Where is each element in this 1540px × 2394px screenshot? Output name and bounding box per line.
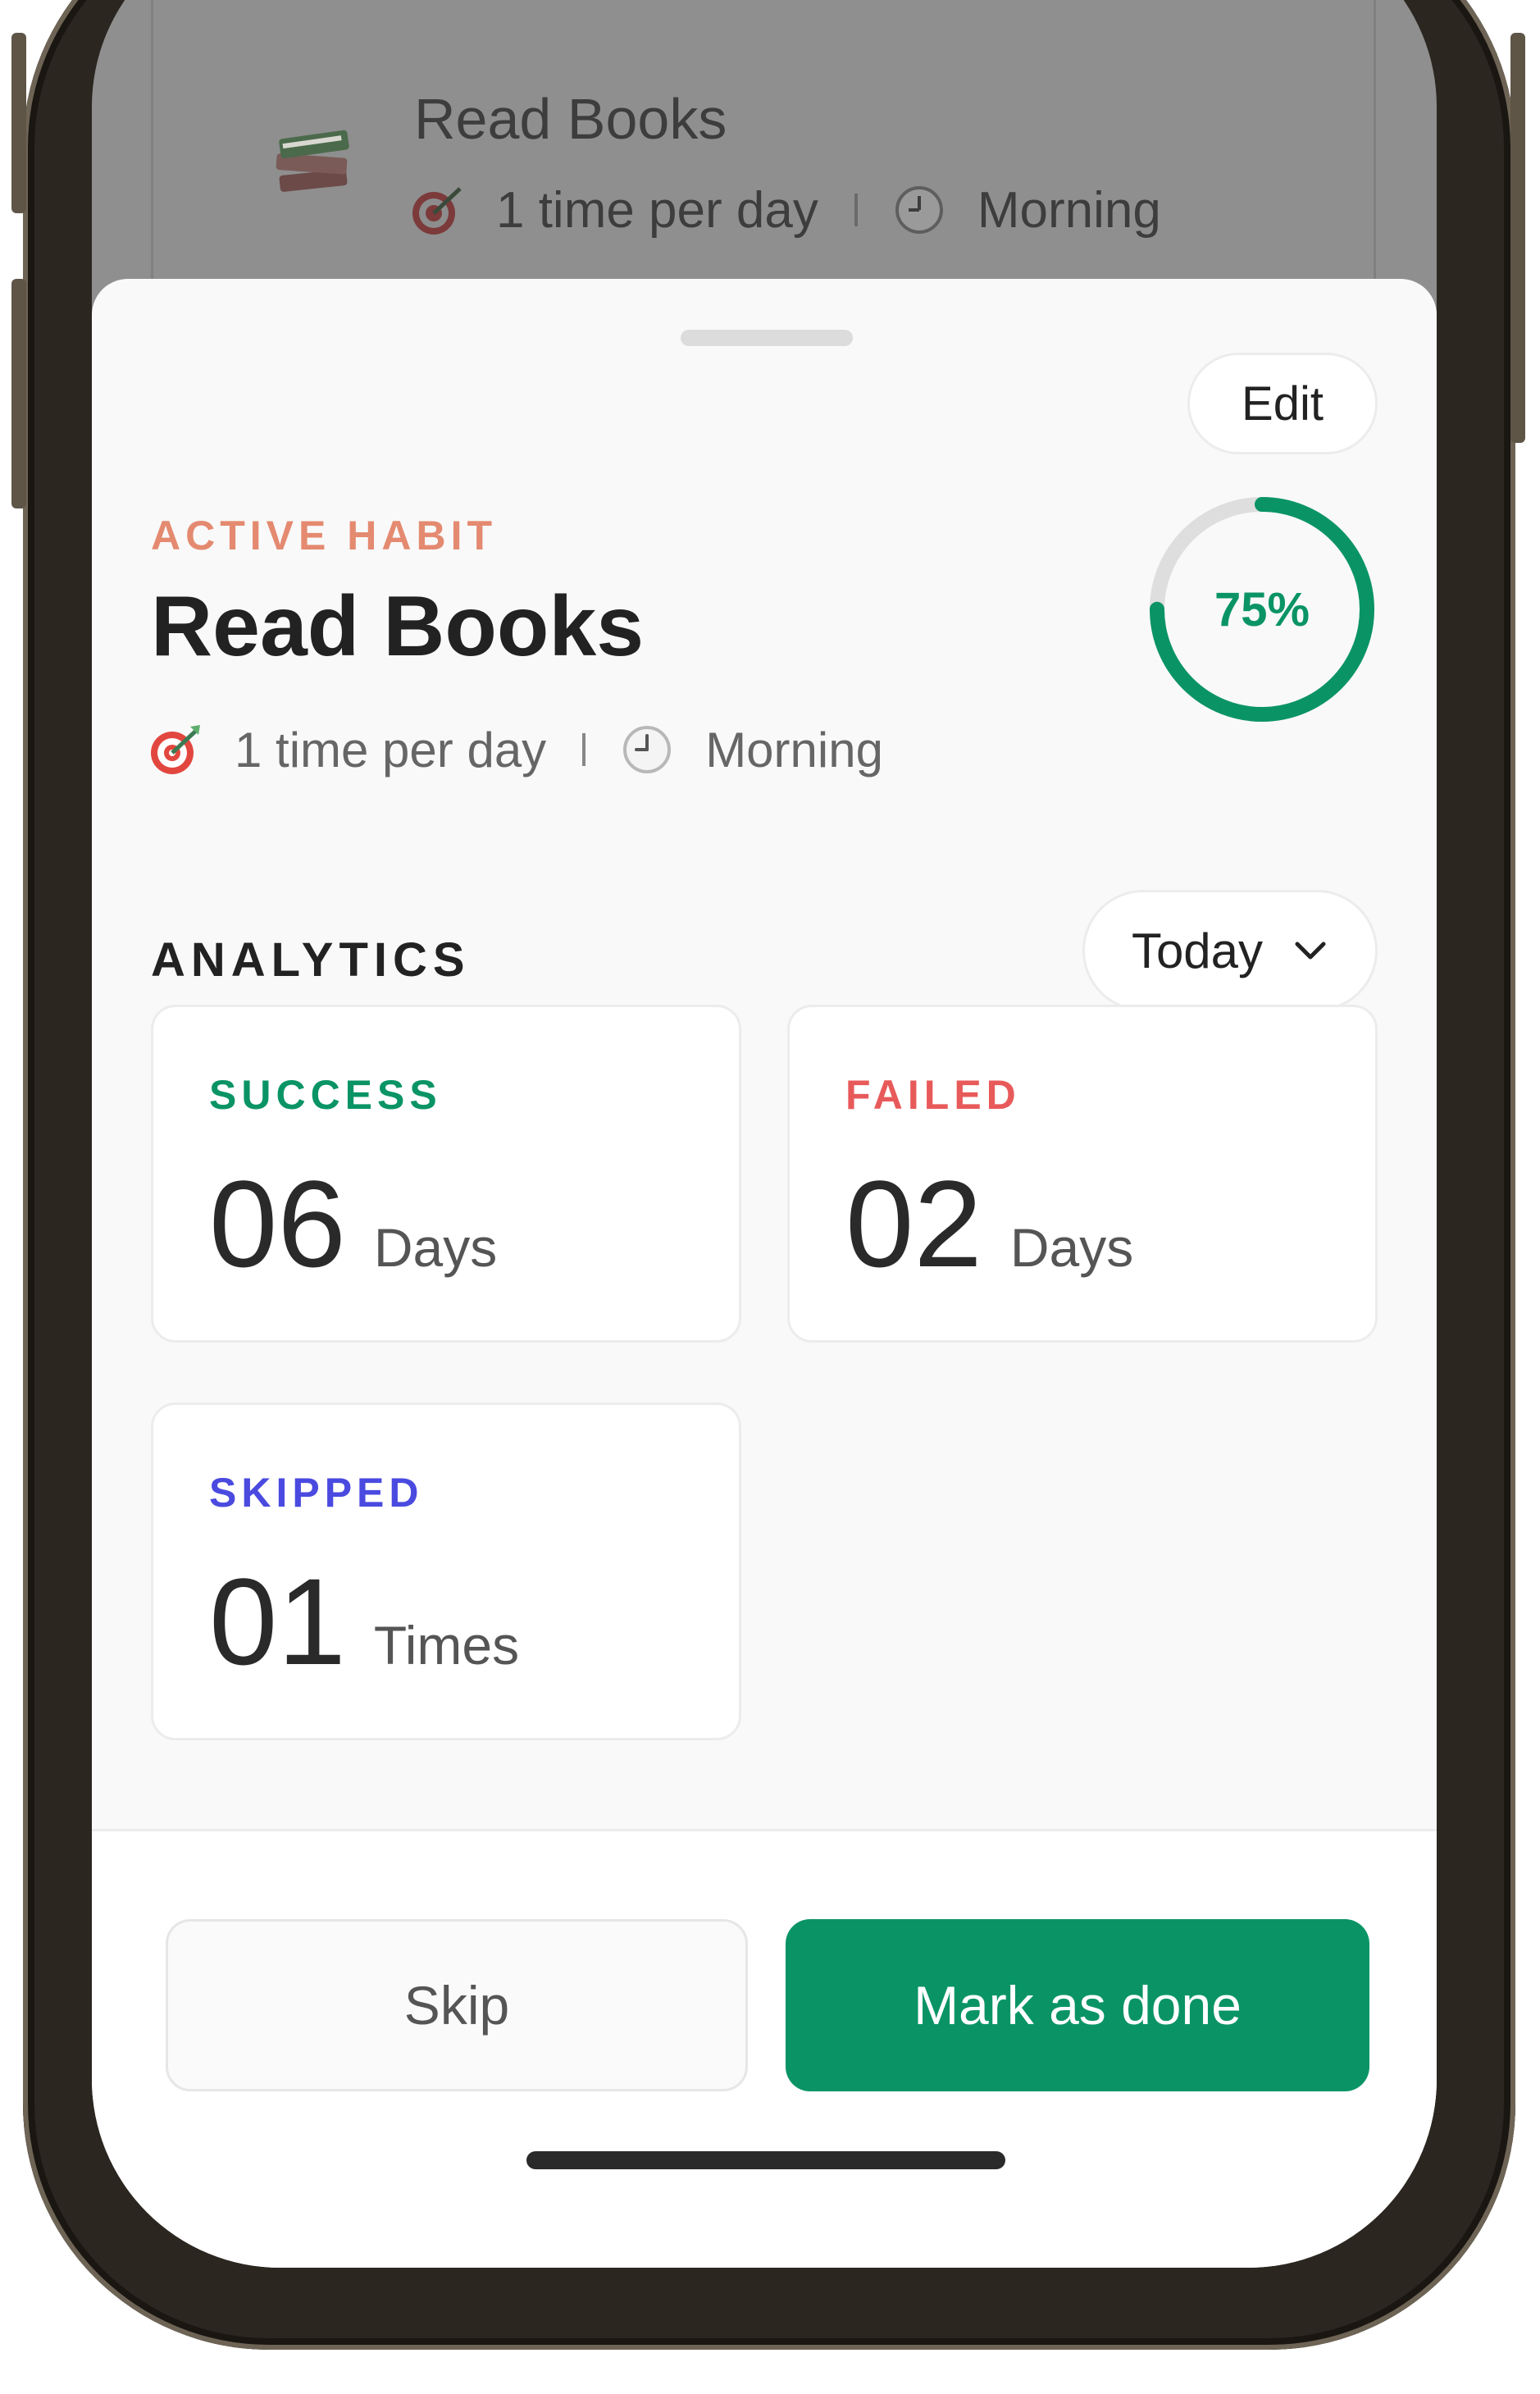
habit-title: Read Books <box>151 579 645 674</box>
divider <box>582 733 586 766</box>
stat-label: SUCCESS <box>209 1072 442 1118</box>
divider <box>854 194 858 226</box>
stat-value: 02 <box>845 1155 982 1293</box>
stat-unit: Days <box>373 1217 498 1278</box>
habit-frequency: 1 time per day <box>235 722 547 777</box>
books-icon <box>276 130 349 192</box>
success-stat-card: SUCCESS 06 Days <box>151 1005 741 1343</box>
stat-label: FAILED <box>845 1072 1021 1118</box>
home-indicator[interactable] <box>526 2151 1005 2169</box>
skip-button[interactable]: Skip <box>166 1919 748 2091</box>
mark-as-done-button[interactable]: Mark as done <box>786 1919 1369 2091</box>
background-time-of-day: Morning <box>977 181 1161 239</box>
habit-meta: 1 time per day Morning <box>146 720 883 779</box>
side-button-lower <box>11 279 26 508</box>
background-habit-card[interactable]: Read Books 1 time per day Morning <box>151 0 1376 279</box>
stat-value-row: 06 Days <box>209 1153 497 1295</box>
background-frequency: 1 time per day <box>496 181 818 239</box>
analytics-title: ANALYTICS <box>151 933 471 987</box>
target-icon <box>151 725 200 774</box>
stat-value-row: 02 Days <box>845 1153 1133 1295</box>
target-icon <box>412 187 462 235</box>
stat-value: 06 <box>209 1155 346 1293</box>
stat-label: SKIPPED <box>209 1470 424 1516</box>
power-button <box>1510 33 1525 443</box>
sheet-drag-handle[interactable] <box>681 330 853 346</box>
progress-percentage: 75% <box>1214 582 1310 636</box>
stat-unit: Days <box>1009 1217 1134 1278</box>
habit-time-of-day: Morning <box>705 722 883 777</box>
failed-stat-card: FAILED 02 Days <box>787 1005 1378 1343</box>
range-selected-value: Today <box>1131 923 1264 978</box>
habit-status-label: ACTIVE HABIT <box>151 513 497 559</box>
background-habit-title: Read Books <box>414 87 727 151</box>
chevron-down-icon <box>1295 942 1326 960</box>
background-habit-meta: 1 time per day Morning <box>408 180 1161 239</box>
screen: Read Books 1 time per day Morning Edit A… <box>92 0 1437 2268</box>
clock-icon <box>895 186 943 234</box>
stat-value-row: 01 Times <box>209 1551 519 1693</box>
stat-value: 01 <box>209 1553 346 1690</box>
habit-detail-sheet: Edit ACTIVE HABIT Read Books 1 time per … <box>92 279 1437 2268</box>
side-button-upper <box>11 33 26 213</box>
skipped-stat-card: SKIPPED 01 Times <box>151 1402 741 1740</box>
clock-icon <box>623 726 672 773</box>
range-dropdown[interactable]: Today <box>1082 890 1378 1011</box>
edit-button[interactable]: Edit <box>1187 353 1378 454</box>
stat-unit: Times <box>373 1615 520 1676</box>
